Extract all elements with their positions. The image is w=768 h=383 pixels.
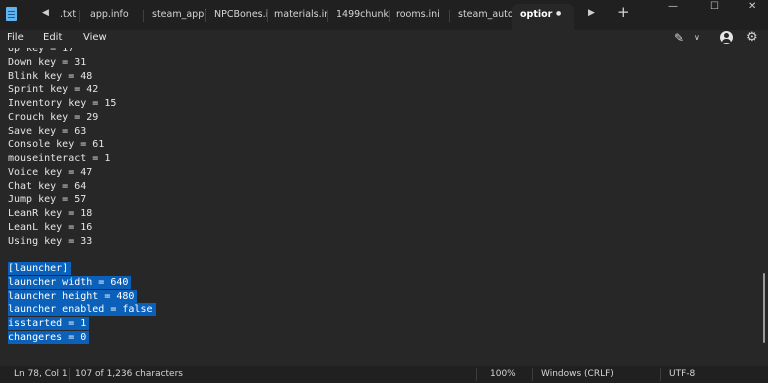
- tab-close-dot-icon[interactable]: ●: [556, 10, 561, 17]
- scrollbar-thumb[interactable]: [763, 273, 765, 343]
- zoom-level[interactable]: 100%: [490, 369, 516, 379]
- text-line: Down key = 31: [8, 56, 87, 68]
- text-line: Using key = 33: [8, 235, 93, 247]
- text-line: mouseinteract = 1: [8, 153, 111, 164]
- text-line: Sprint key = 42: [8, 84, 99, 96]
- copilot-sparkle-icon[interactable]: ✎: [674, 31, 684, 45]
- selected-text-line: isstarted = 1: [8, 317, 90, 330]
- status-bar: Ln 78, Col 1 107 of 1,236 characters 100…: [0, 366, 768, 383]
- text-line: Jump key = 57: [8, 194, 87, 206]
- text-line: Chat key = 64: [8, 180, 87, 192]
- selected-text-line: launcher height = 480: [8, 289, 138, 303]
- scroll-tabs-right-icon[interactable]: ▶: [588, 8, 595, 18]
- selected-text-line: launcher enabled = false: [8, 303, 156, 317]
- new-tab-button[interactable]: +: [617, 3, 630, 21]
- chevron-down-icon[interactable]: ∨: [694, 33, 700, 42]
- tab-options-active[interactable]: optior: [512, 4, 574, 30]
- selected-text-line: changeres = 0: [8, 330, 90, 344]
- text-editor[interactable]: Up key = 17 Down key = 31 Blink key = 48 Sp…: [0, 48, 760, 366]
- title-bar: ◀ .txt app.info steam_appic NPCBones.in …: [0, 0, 768, 30]
- menu-file[interactable]: File: [7, 32, 24, 43]
- tab-materials[interactable]: materials.ini: [266, 4, 328, 30]
- tab-npcbones[interactable]: NPCBones.in: [206, 4, 268, 30]
- text-line: Save key = 63: [8, 125, 87, 137]
- text-line: Console key = 61: [8, 139, 105, 151]
- tab-steam-appid[interactable]: steam_appic: [144, 4, 206, 30]
- menu-view[interactable]: View: [83, 32, 107, 43]
- text-line: LeanL key = 16: [8, 221, 93, 233]
- scroll-tabs-left-icon[interactable]: ◀: [42, 8, 49, 18]
- cursor-position: Ln 78, Col 1: [14, 369, 68, 379]
- tab-rooms[interactable]: rooms.ini: [388, 4, 450, 30]
- text-line: LeanR key = 18: [8, 208, 93, 219]
- encoding[interactable]: UTF-8: [669, 369, 695, 379]
- maximize-button[interactable]: ☐: [710, 1, 719, 12]
- text-line: Up key = 17: [8, 48, 75, 54]
- selected-text-line: [launcher]: [8, 262, 72, 275]
- notepad-app-icon: [6, 7, 17, 21]
- selected-text-line: launcher width = 640: [8, 275, 132, 289]
- close-button[interactable]: ✕: [748, 1, 756, 12]
- account-avatar-icon[interactable]: [720, 31, 733, 44]
- menu-bar: File Edit View: [0, 30, 768, 48]
- tab-steam-autocloud[interactable]: steam_autoc: [450, 4, 512, 30]
- text-line: Blink key = 48: [8, 70, 93, 82]
- text-line: Crouch key = 29: [8, 111, 99, 123]
- selection-count: 107 of 1,236 characters: [75, 369, 183, 379]
- tab-app-info[interactable]: app.info: [82, 4, 144, 30]
- minimize-button[interactable]: —: [668, 1, 678, 12]
- text-line: Voice key = 47: [8, 166, 93, 178]
- line-ending[interactable]: Windows (CRLF): [541, 369, 614, 379]
- vertical-scrollbar[interactable]: [760, 48, 768, 366]
- menu-edit[interactable]: Edit: [43, 32, 62, 43]
- text-line: Inventory key = 15: [8, 98, 117, 109]
- settings-gear-icon[interactable]: ⚙: [746, 30, 758, 45]
- tab-txt[interactable]: .txt: [52, 4, 80, 30]
- tab-1499chunks[interactable]: 1499chunks.: [328, 4, 390, 30]
